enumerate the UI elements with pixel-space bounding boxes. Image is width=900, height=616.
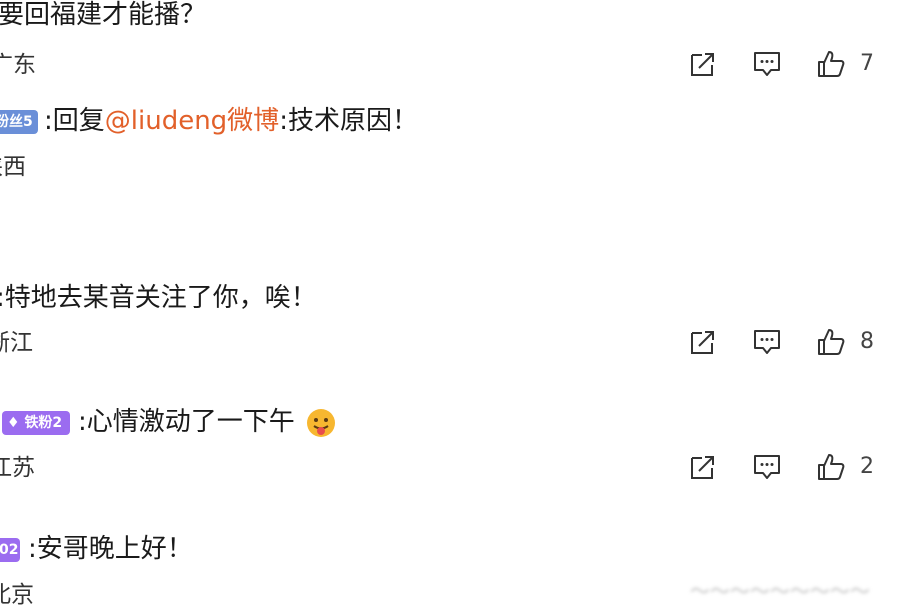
- like-count: 2: [860, 454, 874, 479]
- mention-link[interactable]: @liudeng微博: [105, 106, 279, 136]
- comment-1-location: 广东: [0, 52, 36, 78]
- thumbs-up-icon[interactable]: [816, 452, 846, 482]
- thumbs-up-icon[interactable]: [816, 49, 846, 79]
- share-icon[interactable]: [688, 327, 718, 357]
- comment-2-location: 陕西: [0, 154, 26, 180]
- reply-suffix: :技术原因！: [279, 106, 418, 136]
- comment-icon[interactable]: [752, 327, 782, 357]
- comment-2-text: :回复@liudeng微博:技术原因！: [44, 104, 418, 138]
- comment-1-actions: 7: [688, 49, 878, 79]
- comment-3-text: :特地去某音关注了你，唉！: [0, 283, 317, 313]
- fan-badge: 02: [0, 538, 20, 562]
- comment-3-actions: 8: [688, 327, 878, 357]
- comment-icon[interactable]: [752, 49, 782, 79]
- comment-4-actions: 2: [688, 452, 878, 482]
- fan-badge: 粉丝5: [0, 110, 38, 134]
- comment-5-text: :安哥晚上好！: [28, 534, 193, 564]
- comment-icon[interactable]: [752, 452, 782, 482]
- comment-4-text: :心情激动了一下午: [78, 405, 337, 439]
- like-count: 7: [860, 51, 874, 76]
- iron-fan-badge: ♦ 铁粉2: [2, 411, 70, 435]
- tongue-emoji: [307, 408, 336, 437]
- like-count: 8: [860, 329, 874, 354]
- comment-3-location: 浙江: [0, 330, 33, 356]
- watermark: ～～～～～～～～～: [690, 579, 870, 603]
- thumbs-up-icon[interactable]: [816, 327, 846, 357]
- reply-prefix: :回复: [44, 106, 105, 136]
- diamond-icon: ♦: [7, 415, 20, 431]
- share-icon[interactable]: [688, 452, 718, 482]
- comment-4-location: 江苏: [0, 455, 35, 481]
- comment-1-text: 要回福建才能播？: [0, 0, 207, 30]
- share-icon[interactable]: [688, 49, 718, 79]
- comment-5-location: 北京: [0, 582, 34, 608]
